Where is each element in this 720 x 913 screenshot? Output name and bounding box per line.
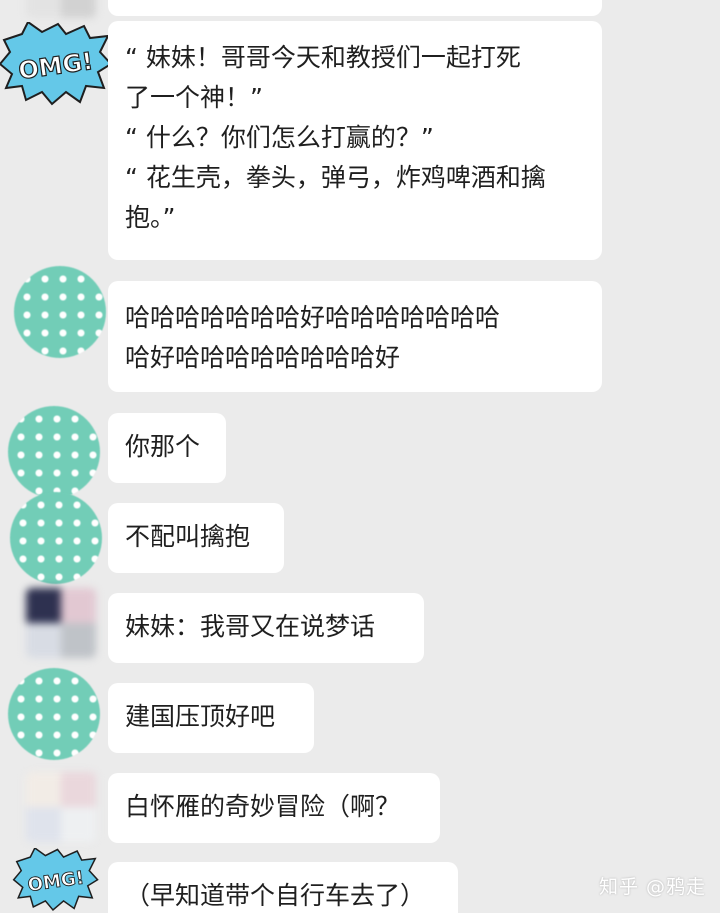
message-bubble: 白怀雁的奇妙冒险（啊？ (108, 773, 440, 843)
avatar-partial (26, 0, 96, 18)
message-text: 白怀雁的奇妙冒险（啊？ (125, 792, 401, 821)
message-bubble: 妹妹：我哥又在说梦话 (108, 593, 424, 663)
message-bubble: 不配叫擒抱 (108, 503, 284, 573)
message-text: 哈哈哈哈哈哈哈好哈哈哈哈哈哈哈 (125, 303, 501, 332)
message-bubble: （早知道带个自行车去了） (108, 862, 458, 913)
polka-dot-avatar[interactable] (10, 492, 102, 584)
message-text: 了一个神！” (125, 83, 263, 112)
message-text: “ 妹妹！哥哥今天和教授们一起打死 (125, 43, 521, 72)
polka-dot-avatar[interactable] (8, 668, 100, 760)
message-bubble: “ 妹妹！哥哥今天和教授们一起打死 了一个神！” “ 什么？你们怎么打赢的？” … (108, 21, 602, 260)
message-text: “ 花生壳，拳头，弹弓，炸鸡啤酒和擒 (125, 163, 546, 192)
message-bubble: 建国压顶好吧 (108, 683, 314, 753)
blurred-avatar[interactable] (26, 588, 96, 658)
omg-sticker-icon: OMG! (0, 22, 112, 106)
message-text: 妹妹：我哥又在说梦话 (125, 612, 376, 641)
message-text: 哈好哈哈哈哈哈哈哈哈好 (125, 343, 401, 372)
blurred-avatar[interactable] (26, 772, 96, 842)
message-text: 抱。” (125, 203, 176, 232)
message-bubble: 你那个 (108, 413, 226, 483)
message-bubble-partial (108, 0, 602, 16)
polka-dot-avatar[interactable] (14, 266, 106, 358)
polka-dot-avatar[interactable] (8, 406, 100, 498)
message-text: “ 什么？你们怎么打赢的？” (125, 123, 434, 152)
message-text: （早知道带个自行车去了） (125, 881, 426, 910)
message-text: 建国压顶好吧 (125, 702, 276, 731)
message-text: 不配叫擒抱 (125, 522, 251, 551)
omg-sticker-icon: OMG! (12, 848, 99, 912)
message-text: 你那个 (125, 432, 201, 461)
watermark: 知乎 @鸦走 (598, 876, 706, 898)
message-bubble: 哈哈哈哈哈哈哈好哈哈哈哈哈哈哈 哈好哈哈哈哈哈哈哈哈好 (108, 281, 602, 392)
